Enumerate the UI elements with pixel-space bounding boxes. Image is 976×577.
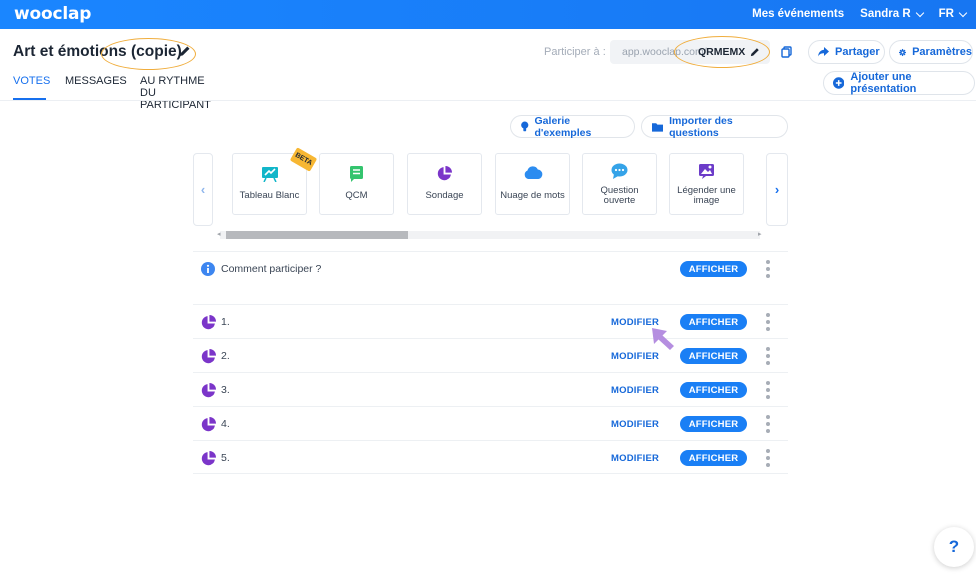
- tab-messages[interactable]: MESSAGES: [65, 75, 127, 87]
- lightbulb-icon: [521, 121, 529, 131]
- more-options-icon[interactable]: [765, 415, 771, 433]
- poll-pie-icon: [201, 349, 216, 364]
- chevron-left-icon: ‹: [200, 182, 206, 197]
- settings-label: Paramètres: [912, 46, 972, 58]
- poll-pie-icon: [201, 451, 216, 466]
- brand-logo[interactable]: wooclap: [14, 4, 91, 24]
- scroll-right-arrow-icon[interactable]: ▸: [758, 230, 762, 238]
- how-to-participate-label: Comment participer ?: [221, 263, 322, 275]
- question-number: 4.: [221, 418, 230, 430]
- highlight-oval: [674, 36, 770, 68]
- question-number: 1.: [221, 316, 230, 328]
- user-name: Sandra R: [860, 8, 911, 20]
- help-button[interactable]: ?: [934, 527, 974, 567]
- my-events-link[interactable]: Mes événements: [752, 8, 844, 20]
- question-type-label: Légender une image: [677, 185, 736, 206]
- import-questions-button[interactable]: Importer des questions: [641, 114, 788, 139]
- chevron-down-icon: [915, 8, 924, 17]
- cloud-icon: [524, 166, 542, 179]
- plus-circle-icon: [833, 77, 845, 89]
- copy-icon[interactable]: [781, 46, 792, 58]
- question-type-label: Sondage: [425, 190, 464, 201]
- question-type-label: Question ouverte: [600, 185, 639, 206]
- question-type-word-cloud[interactable]: Nuage de mots: [495, 153, 570, 215]
- show-button[interactable]: AFFICHER: [680, 348, 747, 364]
- question-type-label: QCM: [345, 190, 368, 201]
- question-row: 5. MODIFIER AFFICHER: [193, 440, 788, 474]
- top-nav: Mes événements Sandra R FR: [752, 8, 968, 20]
- chat-bubble-icon: [611, 163, 628, 179]
- poll-pie-icon: [201, 315, 216, 330]
- examples-gallery-label: Galerie d'exemples: [534, 114, 592, 139]
- chevron-right-icon: ›: [774, 182, 780, 197]
- question-number: 2.: [221, 350, 230, 362]
- tab-participant-pace[interactable]: AU RYTHME DU PARTICIPANT: [140, 75, 211, 111]
- scroll-left-arrow-icon[interactable]: ◂: [217, 230, 221, 238]
- info-icon: [201, 262, 215, 276]
- add-presentation-button[interactable]: Ajouter une présentation: [823, 71, 975, 95]
- language-menu[interactable]: FR: [938, 8, 968, 20]
- chevron-down-icon: [958, 8, 968, 17]
- question-type-label-image[interactable]: Légender une image: [669, 153, 744, 215]
- gear-icon: [899, 48, 907, 56]
- question-type-open-question[interactable]: Question ouverte: [582, 153, 657, 215]
- carousel-next-button[interactable]: ›: [766, 153, 788, 226]
- more-options-icon[interactable]: [765, 347, 771, 365]
- pointer-arrow-icon: [652, 328, 674, 350]
- share-label: Partager: [835, 46, 880, 58]
- question-type-mcq[interactable]: QCM: [319, 153, 394, 215]
- poll-pie-icon: [201, 417, 216, 432]
- edit-button[interactable]: MODIFIER: [611, 453, 659, 464]
- share-button[interactable]: Partager: [808, 40, 885, 64]
- more-options-icon[interactable]: [765, 381, 771, 399]
- participate-label: Participer à :: [544, 46, 606, 58]
- carousel-prev-button[interactable]: ‹: [193, 153, 213, 226]
- show-button[interactable]: AFFICHER: [680, 314, 747, 330]
- mcq-icon: [350, 166, 363, 182]
- language-label: FR: [938, 8, 954, 20]
- settings-button[interactable]: Paramètres: [889, 40, 973, 64]
- highlight-oval: [101, 38, 196, 70]
- question-row: 3. MODIFIER AFFICHER: [193, 372, 788, 406]
- edit-button[interactable]: MODIFIER: [611, 419, 659, 430]
- show-button[interactable]: AFFICHER: [680, 261, 747, 277]
- header-divider: [0, 100, 976, 101]
- question-row: 4. MODIFIER AFFICHER: [193, 406, 788, 440]
- show-button[interactable]: AFFICHER: [680, 416, 747, 432]
- tab-votes[interactable]: VOTES: [13, 75, 50, 87]
- add-presentation-label: Ajouter une présentation: [850, 71, 917, 95]
- edit-button[interactable]: MODIFIER: [611, 385, 659, 396]
- more-options-icon[interactable]: [765, 313, 771, 331]
- user-menu[interactable]: Sandra R: [860, 8, 924, 20]
- question-type-poll[interactable]: Sondage: [407, 153, 482, 215]
- share-arrow-icon: [818, 47, 829, 57]
- more-options-icon[interactable]: [765, 260, 771, 278]
- poll-pie-icon: [201, 383, 216, 398]
- question-row: 2. MODIFIER AFFICHER: [193, 338, 788, 372]
- question-type-label: Tableau Blanc: [239, 190, 300, 201]
- edit-button[interactable]: MODIFIER: [611, 351, 659, 362]
- image-label-icon: [699, 164, 714, 179]
- question-number: 3.: [221, 384, 230, 396]
- how-to-participate-row: Comment participer ? AFFICHER: [193, 251, 788, 285]
- more-options-icon[interactable]: [765, 449, 771, 467]
- poll-pie-icon: [437, 166, 452, 181]
- question-type-label: Nuage de mots: [500, 190, 565, 201]
- folder-icon: [652, 122, 664, 132]
- examples-gallery-button[interactable]: Galerie d'exemples: [510, 114, 635, 139]
- show-button[interactable]: AFFICHER: [680, 382, 747, 398]
- import-questions-label: Importer des questions: [669, 114, 733, 139]
- question-row: 1. MODIFIER AFFICHER: [193, 304, 788, 338]
- carousel-scrollbar-thumb[interactable]: [226, 231, 408, 239]
- question-number: 5.: [221, 452, 230, 464]
- whiteboard-icon: [261, 167, 278, 182]
- show-button[interactable]: AFFICHER: [680, 450, 747, 466]
- top-bar: wooclap Mes événements Sandra R FR: [0, 0, 976, 29]
